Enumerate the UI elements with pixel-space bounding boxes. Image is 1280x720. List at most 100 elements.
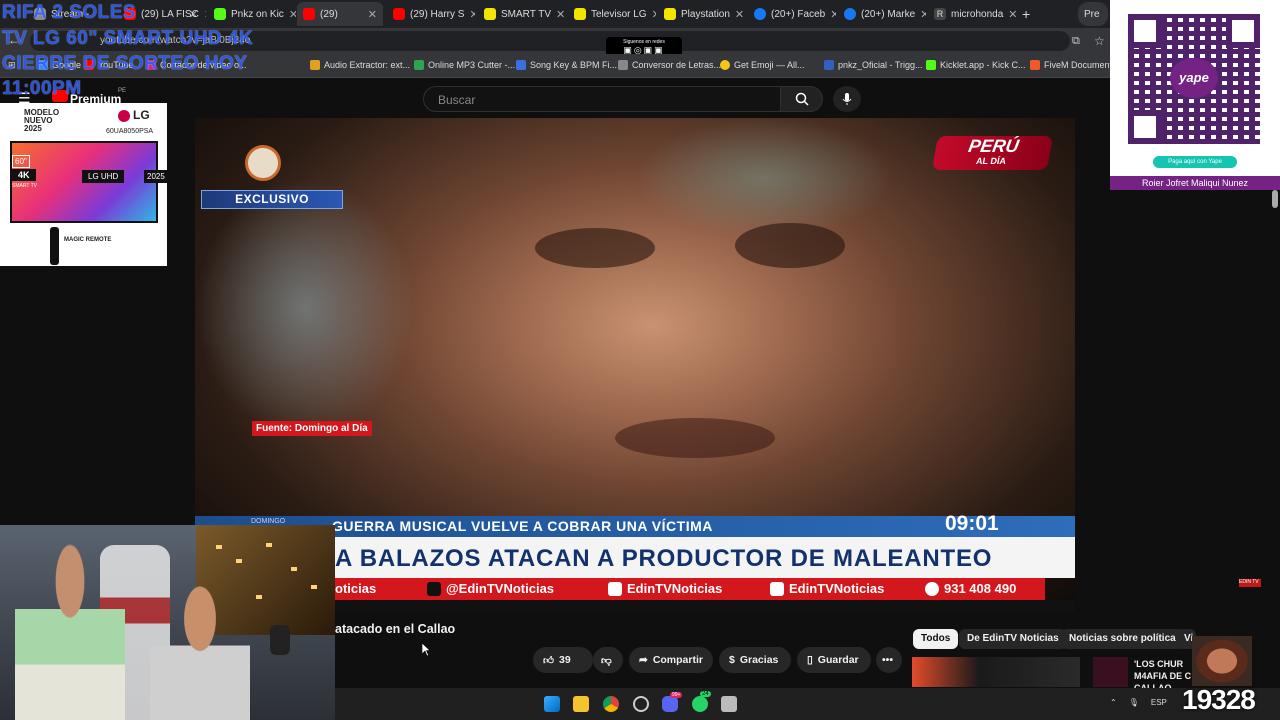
bookmark-conversor[interactable]: Conversor de Letras... [618,60,721,70]
voice-search-button[interactable] [833,86,861,112]
raffle-line-4: 11:00PM [2,78,82,99]
bookmark-audio-extractor[interactable]: Audio Extractor: ext... [310,60,410,70]
chevron-up-icon[interactable]: ⌃ [1110,698,1117,707]
profile-button[interactable]: Pre [1078,2,1108,26]
yape-badge: yape [1170,58,1218,98]
new-tab-button[interactable]: + [1016,2,1036,26]
social-facebook: EdinTVNoticias [770,581,884,596]
microphone-arm [270,625,290,655]
search-placeholder: Buscar [438,93,476,107]
shop-icon [574,8,586,20]
windows-start-icon[interactable] [544,696,560,712]
bookmark-pnkz[interactable]: pnkz_Oficial - Trigg... [824,60,923,70]
tab-televisor-lg[interactable]: Televisor LG ✕ [568,2,656,26]
dislike-button[interactable]: 👎︎ [593,647,623,673]
overlay-face-cam [1192,636,1252,686]
bookmark-label: Song Key & BPM Fi... [530,60,618,70]
social-whatsapp: 931 408 490 [925,581,1016,596]
close-icon[interactable]: ✕ [289,8,296,21]
youtube-icon [608,581,622,596]
tv-size-label: 60" [12,155,30,168]
tab-label: (29) Harry S [410,8,465,20]
kick-icon [214,8,226,20]
bookmark-kicklet[interactable]: Kicklet.app - Kick C... [926,60,1026,70]
app-icon[interactable] [633,696,649,712]
tab-playstation[interactable]: Playstation ✕ [658,2,746,26]
thanks-button[interactable]: $ Gracias [719,647,791,673]
overlay-counter: 19328 [1182,684,1256,715]
microphone-icon[interactable]: 🎙︎ [1129,698,1139,707]
yape-name: Roier Jofret Maliqui Nunez [1110,176,1280,190]
file-explorer-icon[interactable] [573,696,589,712]
bookmark-get-emoji[interactable]: Get Emoji — All... [720,60,805,70]
lg-logo-icon [118,109,130,122]
scrollbar-thumb[interactable] [1272,190,1278,208]
close-icon[interactable]: ✕ [830,8,836,21]
bookmark-mp3-cutter[interactable]: Online MP3 Cutter -... [414,60,515,70]
region-label: PE [118,88,127,94]
star-icon[interactable]: ☆ [1094,34,1105,48]
tab-kick[interactable]: Pnkz on Kic ✕ [208,2,296,26]
install-app-icon[interactable]: ⧉ [1072,35,1080,48]
music-icon [516,60,526,70]
close-icon[interactable]: ✕ [368,8,377,21]
video-face-shadow [535,228,655,268]
qr-finder [1128,14,1162,48]
tab-label: Televisor LG [591,8,647,20]
whatsapp-icon [925,581,939,596]
close-icon[interactable]: ✕ [735,8,744,21]
youtube-icon [393,8,405,20]
language-label[interactable]: ESP [1151,698,1167,707]
raffle-line-2: TV LG 60" SMART UHD 4K [2,28,254,49]
whatsapp-icon[interactable] [692,696,708,712]
mp3-icon [414,60,424,70]
bookmark-label: FiveM Documentat [1044,60,1120,70]
search-input[interactable]: Buscar [423,86,781,112]
close-icon[interactable]: ✕ [556,8,565,21]
more-actions-button[interactable]: ••• [876,647,902,673]
close-icon[interactable]: ✕ [204,8,206,21]
ad-model-number: 60UA8050PSA [106,128,154,135]
tv-year-label: 2025 [144,170,168,183]
close-icon[interactable]: ✕ [469,8,475,21]
streamer-webcam [0,525,335,720]
tab-label: (29) [320,8,338,20]
tab-microhonda[interactable]: R microhonda ✕ [928,2,1016,26]
profile-label: Pre [1084,8,1100,20]
discord-icon[interactable] [662,696,678,712]
headline-1: GUERRA MUSICAL VUELVE A COBRAR UNA VÍCTI… [332,518,713,534]
search-button[interactable] [781,86,823,112]
bookmark-song-key[interactable]: Song Key & BPM Fi... [516,60,617,70]
tab-smart-tv[interactable]: SMART TV ✕ [478,2,566,26]
bookmark-label: Online MP3 Cutter -... [428,60,516,70]
microphone-icon [842,93,852,105]
tab-label: microhonda [951,8,1004,20]
related-video-thumbnail[interactable] [1093,657,1128,687]
bookmark-fivem[interactable]: FiveM Documentat [1030,60,1120,70]
chrome-icon[interactable] [603,696,619,712]
close-icon[interactable]: ✕ [920,8,926,21]
kick-icon [926,60,936,70]
chip-politica[interactable]: Noticias sobre política [1061,629,1184,649]
like-button[interactable]: 👍︎ 39 [533,647,593,673]
related-video-thumbnail[interactable] [912,657,1080,687]
tab-active-youtube[interactable]: (29) ✕ [297,2,383,26]
thumbs-down-icon: 👎︎ [601,654,612,667]
site-icon: R [934,8,946,20]
share-button[interactable]: ➦ Compartir [629,647,713,673]
streamer-person-1 [15,535,125,720]
emoji-icon [720,60,730,70]
chip-edintv[interactable]: De EdinTV Noticias [959,629,1067,649]
tab-harry[interactable]: (29) Harry S ✕ [387,2,475,26]
close-icon[interactable]: ✕ [652,8,656,21]
close-icon[interactable]: ✕ [1008,8,1016,21]
tab-label: (29) LA FISC [141,8,199,20]
save-button[interactable]: ▯ Guardar [797,647,871,673]
chip-todos[interactable]: Todos [913,629,959,649]
lg-tv-ad: MODELO NUEVO 2025 LG 60UA8050PSA LG UHD … [0,103,168,266]
smart-tv-label: SMART TV [12,183,38,189]
tab-marketplace[interactable]: (20+) Marke ✕ [838,2,926,26]
tab-facebook[interactable]: (20+) Faceb ✕ [748,2,836,26]
tv-image: LG UHD 2025 [10,141,168,223]
calculator-icon[interactable] [721,696,737,712]
